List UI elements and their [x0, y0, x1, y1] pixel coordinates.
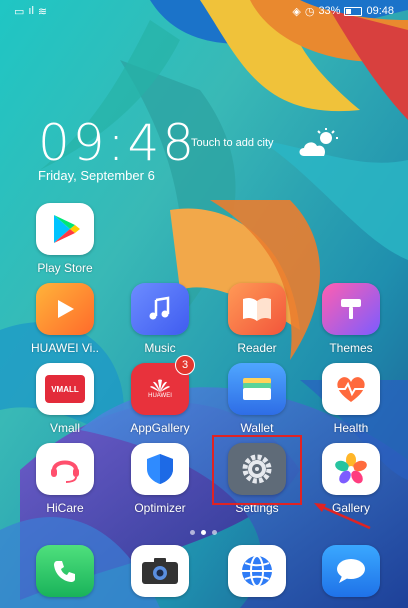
weather-partly-cloudy-icon[interactable]: [296, 128, 342, 160]
home-screen: ▭ ıl ≋ ◈ ◷ 33% 09:48 09:48 Touch to add …: [0, 0, 408, 608]
gallery-icon: [322, 443, 380, 495]
huawei-wordmark: HUAWEI: [148, 393, 172, 399]
app-health[interactable]: Health: [306, 363, 396, 435]
wallet-icon: [228, 363, 286, 415]
browser-icon: [228, 545, 286, 597]
hicare-icon: [36, 443, 94, 495]
status-bar: ▭ ıl ≋ ◈ ◷ 33% 09:48: [0, 0, 408, 22]
status-time: 09:48: [366, 5, 394, 17]
app-label: HUAWEI Vi..: [30, 341, 99, 355]
app-vmall[interactable]: VMALL Vmall: [20, 363, 110, 435]
weather-hint[interactable]: Touch to add city: [191, 137, 281, 149]
music-icon: [131, 283, 189, 335]
app-huawei-video[interactable]: HUAWEI Vi..: [20, 283, 110, 355]
page-dot-active: [201, 530, 206, 535]
sim-icon: ▭: [14, 5, 25, 18]
alarm-icon: ◷: [304, 5, 315, 18]
app-label: Reader: [237, 341, 277, 355]
app-label: Themes: [329, 341, 373, 355]
camera-icon: [131, 545, 189, 597]
messages-icon: [322, 545, 380, 597]
app-hicare[interactable]: HiCare: [20, 443, 110, 515]
app-reader[interactable]: Reader: [212, 283, 302, 355]
vmall-icon: VMALL: [36, 363, 94, 415]
page-dot: [212, 530, 217, 535]
app-label: HiCare: [46, 501, 84, 515]
app-label: Vmall: [49, 421, 80, 435]
battery-icon: [344, 6, 363, 16]
play-store-icon: [36, 203, 94, 255]
app-themes[interactable]: Themes: [306, 283, 396, 355]
dock-messages[interactable]: [306, 545, 396, 597]
settings-highlight-box: [212, 435, 302, 505]
clock-time[interactable]: 09:48: [38, 118, 197, 168]
clock-date: Friday, September 6: [38, 168, 155, 183]
dock-browser[interactable]: [212, 545, 302, 597]
app-appgallery[interactable]: HUAWEI 3 AppGallery: [115, 355, 205, 435]
app-label: Music: [144, 341, 176, 355]
reader-icon: [228, 283, 286, 335]
optimizer-icon: [131, 443, 189, 495]
app-label: AppGallery: [130, 421, 190, 435]
dock-camera[interactable]: [115, 545, 205, 597]
app-label: Wallet: [240, 421, 274, 435]
notification-badge: 3: [175, 355, 195, 375]
app-music[interactable]: Music: [115, 283, 205, 355]
dock-phone[interactable]: [20, 545, 110, 597]
page-dot: [190, 530, 195, 535]
app-play-store[interactable]: Play Store: [20, 203, 110, 275]
app-label: Health: [333, 421, 369, 435]
app-optimizer[interactable]: Optimizer: [115, 443, 205, 515]
wifi-icon: ≋: [37, 5, 48, 18]
status-right: ◈ ◷ 33% 09:48: [292, 5, 394, 18]
battery-percent: 33%: [318, 5, 341, 17]
vibrate-icon: ◈: [292, 5, 301, 18]
appgallery-icon: HUAWEI 3: [131, 355, 195, 415]
app-wallet[interactable]: Wallet: [212, 363, 302, 435]
page-indicator[interactable]: [190, 530, 217, 535]
vmall-logo: VMALL: [45, 375, 85, 403]
health-icon: [322, 363, 380, 415]
phone-icon: [36, 545, 94, 597]
app-label: Play Store: [37, 261, 93, 275]
pointer-arrow-icon: [314, 503, 371, 530]
signal-icon: ıl: [28, 5, 34, 17]
app-label: Optimizer: [134, 501, 186, 515]
status-left: ▭ ıl ≋: [14, 5, 47, 18]
huawei-video-icon: [36, 283, 94, 335]
huawei-logo-icon: [150, 379, 170, 392]
themes-icon: [322, 283, 380, 335]
